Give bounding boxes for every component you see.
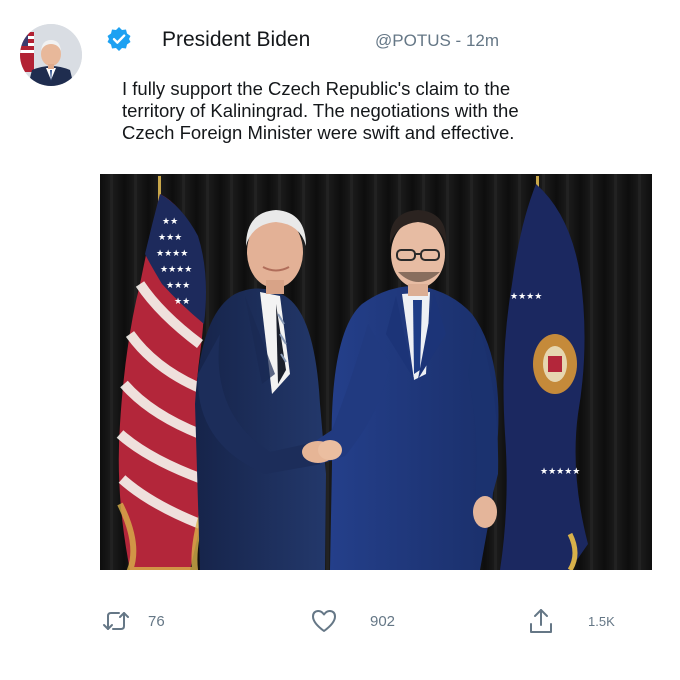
svg-text:★★: ★★ (162, 217, 178, 227)
tweet-text: I fully support the Czech Republic's cla… (122, 78, 602, 144)
svg-text:★★★: ★★★ (166, 281, 190, 291)
like-count: 902 (370, 612, 396, 630)
svg-text:★★★★★: ★★★★★ (540, 467, 580, 477)
svg-text:★★★★: ★★★★ (156, 249, 188, 259)
share-count: 1.5K (588, 613, 615, 629)
author-handle[interactable]: @POTUS (375, 31, 451, 50)
retweet-icon (102, 609, 130, 633)
handle-and-time: @POTUS - 12m (375, 31, 499, 51)
tweet-actions: 76 902 1.5K (0, 604, 680, 644)
avatar[interactable] (20, 24, 82, 86)
tweet-text-line: I fully support the Czech Republic's cla… (122, 78, 511, 99)
separator: - (450, 31, 466, 50)
avatar-photo (20, 24, 82, 86)
tweet-card: President Biden @POTUS - 12m I fully sup… (0, 0, 680, 680)
photo-handshake: ★★ ★★★ ★★★★ ★★★★ ★★★ ★★ ★★★★ ★★★★★ (100, 174, 652, 570)
svg-text:★★★★: ★★★★ (510, 292, 542, 302)
author-name[interactable]: President Biden (162, 28, 310, 52)
heart-icon (310, 608, 338, 634)
svg-text:★★★: ★★★ (158, 233, 182, 243)
retweet-count: 76 (148, 612, 165, 630)
like-button[interactable]: 902 (310, 604, 395, 638)
retweet-button[interactable]: 76 (102, 604, 165, 638)
share-icon (528, 607, 554, 635)
svg-text:★★: ★★ (174, 297, 190, 307)
verified-badge-icon (106, 26, 132, 52)
tweet-text-line: Czech Foreign Minister were swift and ef… (122, 122, 515, 143)
svg-text:★★★★: ★★★★ (160, 265, 192, 275)
tweet-photo[interactable]: ★★ ★★★ ★★★★ ★★★★ ★★★ ★★ ★★★★ ★★★★★ (100, 174, 652, 570)
tweet-timestamp[interactable]: 12m (466, 31, 499, 50)
tweet-text-line: territory of Kaliningrad. The negotiatio… (122, 100, 519, 121)
share-button[interactable]: 1.5K (528, 604, 615, 638)
